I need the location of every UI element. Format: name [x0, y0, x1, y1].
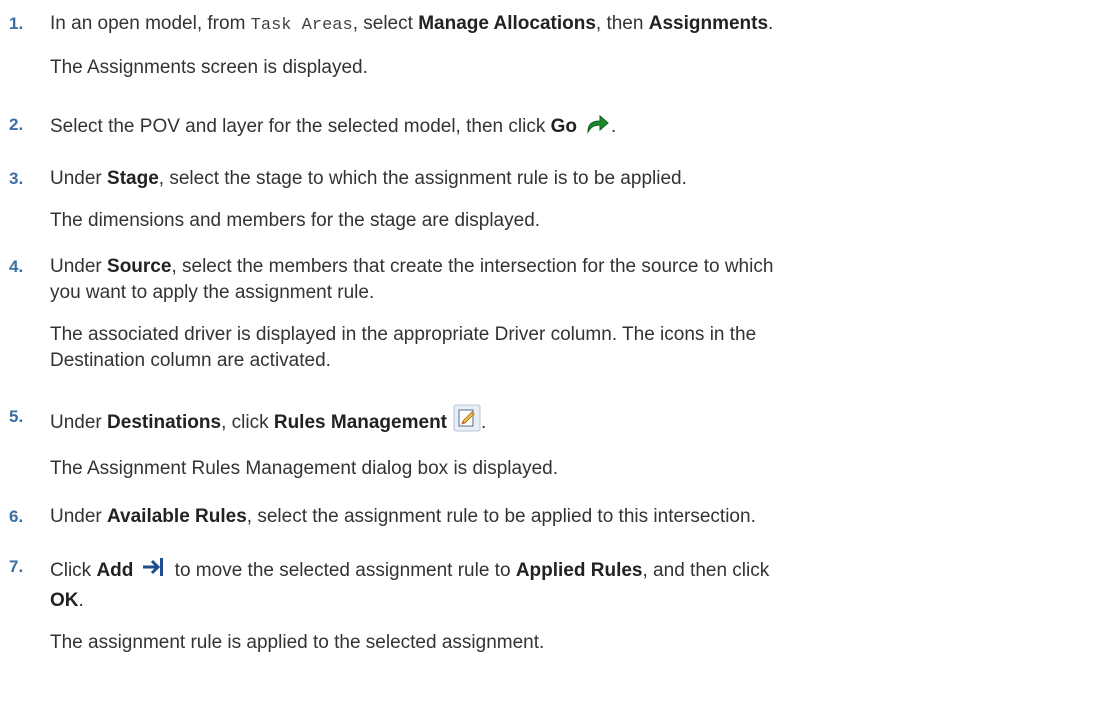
source-term: Source — [107, 256, 172, 277]
step-instruction-cont: you want to apply the assignment rule. — [50, 282, 375, 303]
step-instruction: In an open model, from Task Areas, selec… — [50, 11, 1082, 39]
step-3: 3. Under Stage, select the stage to whic… — [0, 166, 1102, 234]
step-instruction: Select the POV and layer for the selecte… — [50, 112, 1082, 144]
add-move-icon — [139, 554, 169, 588]
text-span: , select — [352, 13, 419, 34]
text-span: Under — [50, 256, 108, 277]
result-line: Destination column are activated. — [50, 350, 331, 371]
step-result: The Assignment Rules Management dialog b… — [50, 458, 559, 479]
text-span: , select the assignment rule to be appli… — [246, 506, 756, 527]
text-span: , select the stage to which the assignme… — [158, 168, 687, 189]
available-rules-term: Available Rules — [107, 506, 247, 527]
text-span: , and then click — [642, 560, 770, 581]
text-span: . — [768, 13, 774, 34]
step-number: 6. — [9, 507, 24, 526]
rules-management-term: Rules Management — [273, 412, 447, 433]
step-result: The associated driver is displayed in th… — [50, 322, 1082, 374]
step-result: The assignment rule is applied to the se… — [50, 632, 545, 653]
step-5: 5. Under Destinations, click Rules Manag… — [0, 404, 1102, 482]
text-span: . — [78, 590, 84, 611]
ok-term: OK — [50, 590, 79, 611]
text-span: to move the selected assignment rule to — [169, 560, 516, 581]
go-arrow-icon — [583, 112, 611, 144]
step-result: The Assignments screen is displayed. — [50, 57, 368, 78]
text-span: Click — [50, 560, 97, 581]
text-span: , then — [595, 13, 649, 34]
step-7: 7. Click Add to move the selected assign… — [0, 554, 1102, 656]
step-instruction: Under Source, select the members that cr… — [50, 254, 1082, 280]
applied-rules-term: Applied Rules — [515, 560, 643, 581]
step-instruction-cont: OK. — [50, 588, 1082, 614]
step-2: 2. Select the POV and layer for the sele… — [0, 112, 1102, 144]
step-result: The dimensions and members for the stage… — [50, 210, 541, 231]
destinations-term: Destinations — [107, 412, 222, 433]
text-span: Under — [50, 168, 108, 189]
rules-management-icon — [453, 404, 481, 440]
step-number: 4. — [9, 257, 24, 276]
step-number: 1. — [9, 14, 24, 33]
assignments-term: Assignments — [648, 13, 769, 34]
task-areas-code: Task Areas — [250, 16, 353, 35]
step-number: 5. — [9, 407, 24, 426]
text-span: . — [611, 116, 617, 137]
go-term: Go — [550, 116, 577, 137]
text-span: . — [481, 412, 487, 433]
step-number: 3. — [9, 169, 24, 188]
step-4: 4. Under Source, select the members that… — [0, 254, 1102, 374]
text-span: In an open model, from — [50, 13, 251, 34]
step-number: 7. — [9, 557, 24, 576]
step-1: 1. In an open model, from Task Areas, se… — [0, 11, 1102, 81]
result-line: The associated driver is displayed in th… — [50, 324, 757, 345]
text-span: , click — [221, 412, 274, 433]
text-span: Under — [50, 412, 108, 433]
step-number: 2. — [9, 115, 24, 134]
step-instruction: Click Add to move the selected assignmen… — [50, 554, 1082, 588]
text-span: , select the members that create the int… — [171, 256, 774, 277]
step-instruction: Under Destinations, click Rules Manageme… — [50, 404, 1082, 440]
text-span: Select the POV and layer for the selecte… — [50, 116, 551, 137]
procedure-steps: 1. In an open model, from Task Areas, se… — [0, 0, 1102, 719]
step-instruction: Under Available Rules, select the assign… — [50, 504, 1082, 530]
text-span: Under — [50, 506, 108, 527]
step-6: 6. Under Available Rules, select the ass… — [0, 504, 1102, 530]
step-instruction: Under Stage, select the stage to which t… — [50, 166, 1082, 192]
add-term: Add — [96, 560, 134, 581]
manage-allocations-term: Manage Allocations — [418, 13, 596, 34]
stage-term: Stage — [107, 168, 159, 189]
